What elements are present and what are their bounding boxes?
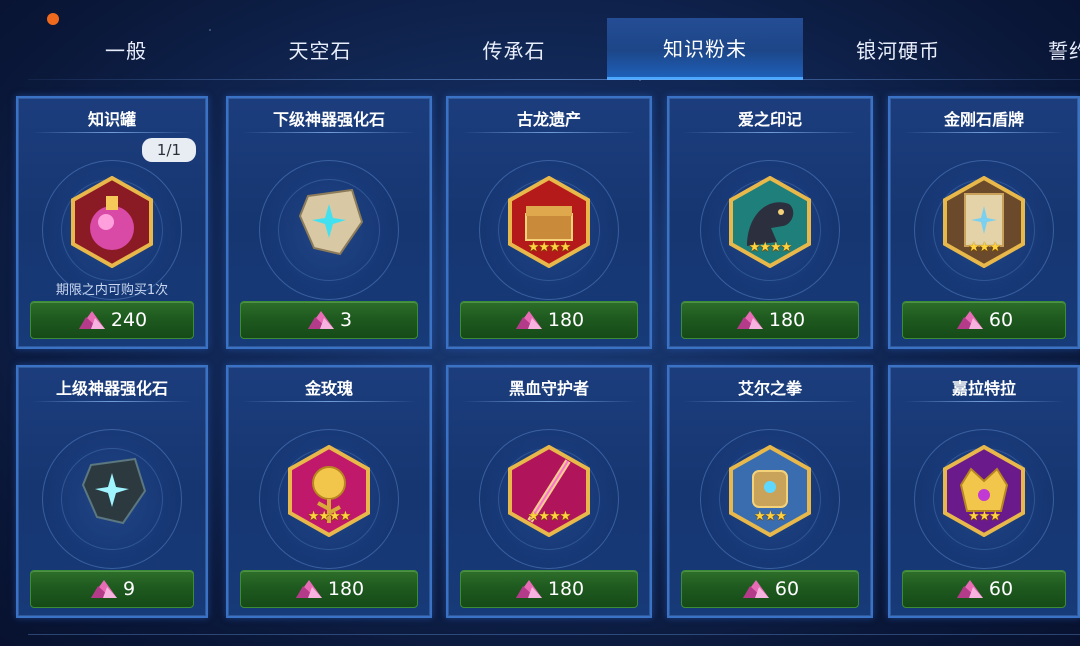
item-price: 60: [988, 578, 1014, 600]
item-name: 爱之印记: [737, 110, 802, 129]
title-divider: [462, 401, 636, 402]
title-divider: [904, 132, 1064, 133]
rarity-stars: ★★★★: [527, 240, 572, 255]
shop-item-card[interactable]: 爱之印记 ★★★★ 180: [667, 96, 873, 349]
title-divider: [32, 132, 192, 133]
title-divider: [242, 401, 416, 402]
powder-gem-icon: [956, 580, 983, 598]
item-price: 180: [327, 578, 365, 600]
tab-label: 知识粉末: [663, 37, 747, 61]
shop-item-card[interactable]: 下级神器强化石 3: [226, 96, 432, 349]
tab-label: 一般: [105, 38, 147, 63]
item-name: 金玫瑰: [304, 379, 353, 398]
buy-button[interactable]: 240: [30, 301, 194, 339]
knowledge-jar-icon: [69, 175, 155, 269]
buy-button[interactable]: 60: [681, 570, 859, 608]
item-price: 60: [988, 309, 1014, 331]
tab-general[interactable]: 一般: [28, 18, 224, 80]
powder-gem-icon: [956, 311, 983, 329]
lower-artifact-stone-icon: [286, 176, 372, 268]
shop-item-card[interactable]: 古龙遗产 ★★★★ 180: [446, 96, 652, 349]
tab-label: 传承石: [482, 38, 546, 63]
tab-label: 天空石: [288, 38, 352, 63]
item-price: 240: [110, 309, 148, 331]
tab-oath[interactable]: 誓约: [990, 18, 1080, 80]
item-price: 3: [339, 309, 353, 331]
buy-button[interactable]: 60: [902, 570, 1066, 608]
item-name: 黑血守护者: [508, 379, 589, 398]
item-name: 上级神器强化石: [55, 379, 168, 398]
item-price: 180: [768, 309, 806, 331]
powder-gem-icon: [736, 311, 763, 329]
shop-item-card[interactable]: 嘉拉特拉 ★★★ 60: [888, 365, 1080, 618]
title-divider: [683, 132, 857, 133]
rarity-stars: ★★★★: [748, 240, 793, 255]
shop-item-card[interactable]: 知识罐 1/1 期限之内可购买1次 240: [16, 96, 208, 349]
buy-button[interactable]: 9: [30, 570, 194, 608]
tab-inheritance-stone[interactable]: 传承石: [416, 18, 612, 80]
item-name: 艾尔之拳: [737, 379, 802, 398]
title-divider: [904, 401, 1064, 402]
shop-item-card[interactable]: 金刚石盾牌 ★★★ 60: [888, 96, 1080, 349]
item-price: 180: [547, 309, 585, 331]
shop-item-card[interactable]: 金玫瑰 ★★★★ 180: [226, 365, 432, 618]
rarity-stars: ★★★: [968, 240, 1001, 255]
shop-tabs: 一般 天空石 传承石 知识粉末 银河硬币 誓约: [0, 18, 1080, 80]
rarity-stars: ★★★: [754, 509, 787, 524]
shop-item-card[interactable]: 艾尔之拳 ★★★ 60: [667, 365, 873, 618]
powder-gem-icon: [515, 580, 542, 598]
item-price: 180: [547, 578, 585, 600]
tab-label: 誓约: [1048, 38, 1080, 63]
rarity-stars: ★★★★: [527, 509, 572, 524]
buy-button[interactable]: 3: [240, 301, 418, 339]
powder-gem-icon: [90, 580, 117, 598]
item-name: 嘉拉特拉: [951, 379, 1016, 398]
buy-button[interactable]: 180: [460, 570, 638, 608]
buy-button[interactable]: 180: [460, 301, 638, 339]
title-divider: [32, 401, 192, 402]
tab-galaxy-coin[interactable]: 银河硬币: [800, 18, 996, 80]
purchase-quantity-badge: 1/1: [142, 138, 196, 162]
buy-button[interactable]: 60: [902, 301, 1066, 339]
powder-gem-icon: [307, 311, 334, 329]
powder-gem-icon: [78, 311, 105, 329]
shop-item-card[interactable]: 黑血守护者 ★★★★ 180: [446, 365, 652, 618]
rarity-stars: ★★★★: [307, 509, 352, 524]
shop-item-card[interactable]: 上级神器强化石 9: [16, 365, 208, 618]
tab-knowledge-powder[interactable]: 知识粉末: [607, 18, 803, 80]
tab-sky-stone[interactable]: 天空石: [222, 18, 418, 80]
title-divider: [683, 401, 857, 402]
tab-divider: [28, 79, 1080, 80]
buy-button[interactable]: 180: [240, 570, 418, 608]
item-name: 金刚石盾牌: [943, 110, 1024, 129]
tab-label: 银河硬币: [856, 38, 940, 63]
powder-gem-icon: [295, 580, 322, 598]
purchase-limit-text: 期限之内可购买1次: [55, 283, 169, 298]
item-price: 9: [122, 578, 136, 600]
item-name: 下级神器强化石: [272, 110, 385, 129]
title-divider: [462, 132, 636, 133]
item-name: 知识罐: [87, 110, 136, 129]
buy-button[interactable]: 180: [681, 301, 859, 339]
item-price: 60: [774, 578, 800, 600]
bottom-divider: [28, 634, 1080, 635]
rarity-stars: ★★★: [968, 509, 1001, 524]
upper-artifact-stone-icon: [69, 445, 155, 537]
powder-gem-icon: [742, 580, 769, 598]
title-divider: [242, 132, 416, 133]
item-name: 古龙遗产: [516, 110, 581, 129]
powder-gem-icon: [515, 311, 542, 329]
